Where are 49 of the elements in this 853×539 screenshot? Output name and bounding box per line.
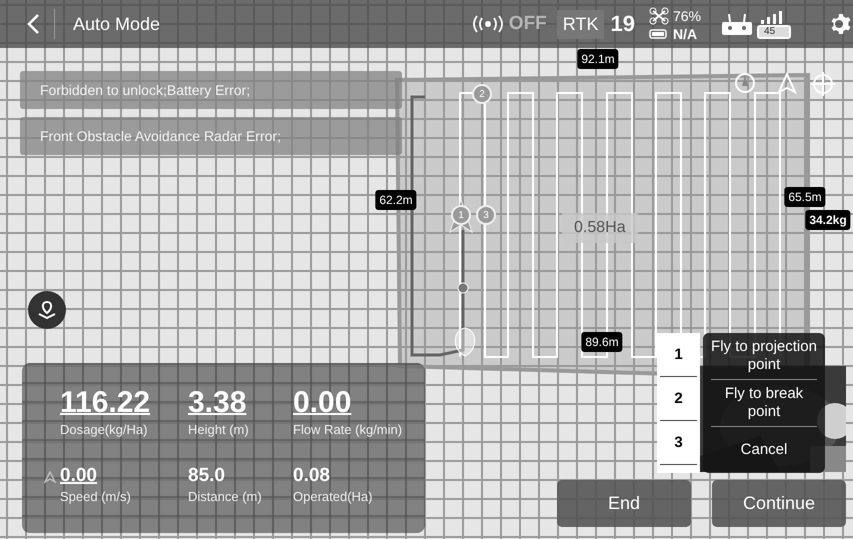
triangle-icon (44, 471, 56, 483)
drone-icon (648, 6, 669, 24)
error-alert: Front Obstacle Avoidance Radar Error; (20, 117, 402, 155)
location-button[interactable] (28, 291, 66, 329)
stat-value: 116.22 (60, 386, 150, 420)
stat-label: Dosage(kg/Ha) (60, 422, 148, 437)
stat-label: Operated(Ha) (293, 489, 374, 504)
stat-label: Speed (m/s) (60, 489, 132, 504)
drone-signal: 76% (672, 8, 701, 24)
compass-icon (735, 73, 755, 93)
settings-icon[interactable] (829, 12, 853, 36)
battery-icon (648, 28, 669, 38)
stat-value: 0.08 (293, 465, 330, 487)
crosshair-icon (810, 71, 836, 97)
back-icon (26, 13, 40, 35)
point-number[interactable]: 1 (660, 333, 697, 377)
home-point-icon (454, 328, 476, 356)
continue-button[interactable]: Continue (712, 480, 846, 527)
stat-value: 0.00 (293, 386, 352, 420)
broadcast-status: OFF (508, 13, 547, 35)
remote-controller-icon (721, 12, 753, 36)
payload-label: 34.2kg (805, 210, 851, 230)
stat-label: Height (m) (188, 422, 250, 437)
error-alert: Forbidden to unlock;Battery Error; (20, 71, 402, 109)
stat-label: Distance (m) (188, 489, 263, 504)
point-number[interactable]: 2 (660, 377, 697, 421)
drone-battery: N/A (672, 26, 698, 42)
menu-option[interactable]: Fly to projection point (711, 333, 817, 380)
point-number[interactable]: 3 (660, 421, 697, 465)
menu-option[interactable]: Cancel (711, 427, 817, 473)
satellite-count: 19 (610, 11, 635, 37)
area-label: 0.58Ha (562, 213, 638, 243)
location-pin-icon (37, 300, 57, 320)
stat-value: 0.00 (60, 465, 97, 487)
controller-battery: 45 (757, 24, 791, 38)
stat-label: Flow Rate (kg/min) (293, 422, 404, 437)
distance-label: 62.2m (375, 190, 417, 210)
broadcast-icon (470, 15, 505, 33)
break-point-dot (458, 282, 468, 294)
screen-title: Auto Mode (73, 14, 162, 34)
end-button[interactable]: End (557, 480, 691, 527)
distance-label: 89.6m (581, 332, 623, 352)
menu-option[interactable]: Fly to break point (711, 380, 817, 427)
stat-value: 3.38 (188, 386, 246, 420)
rtk-label: RTK (556, 10, 604, 38)
stat-value: 85.0 (188, 465, 225, 487)
navigation-arrow-icon (776, 72, 798, 94)
distance-label: 92.1m (577, 49, 619, 69)
distance-label: 65.5m (784, 187, 826, 207)
